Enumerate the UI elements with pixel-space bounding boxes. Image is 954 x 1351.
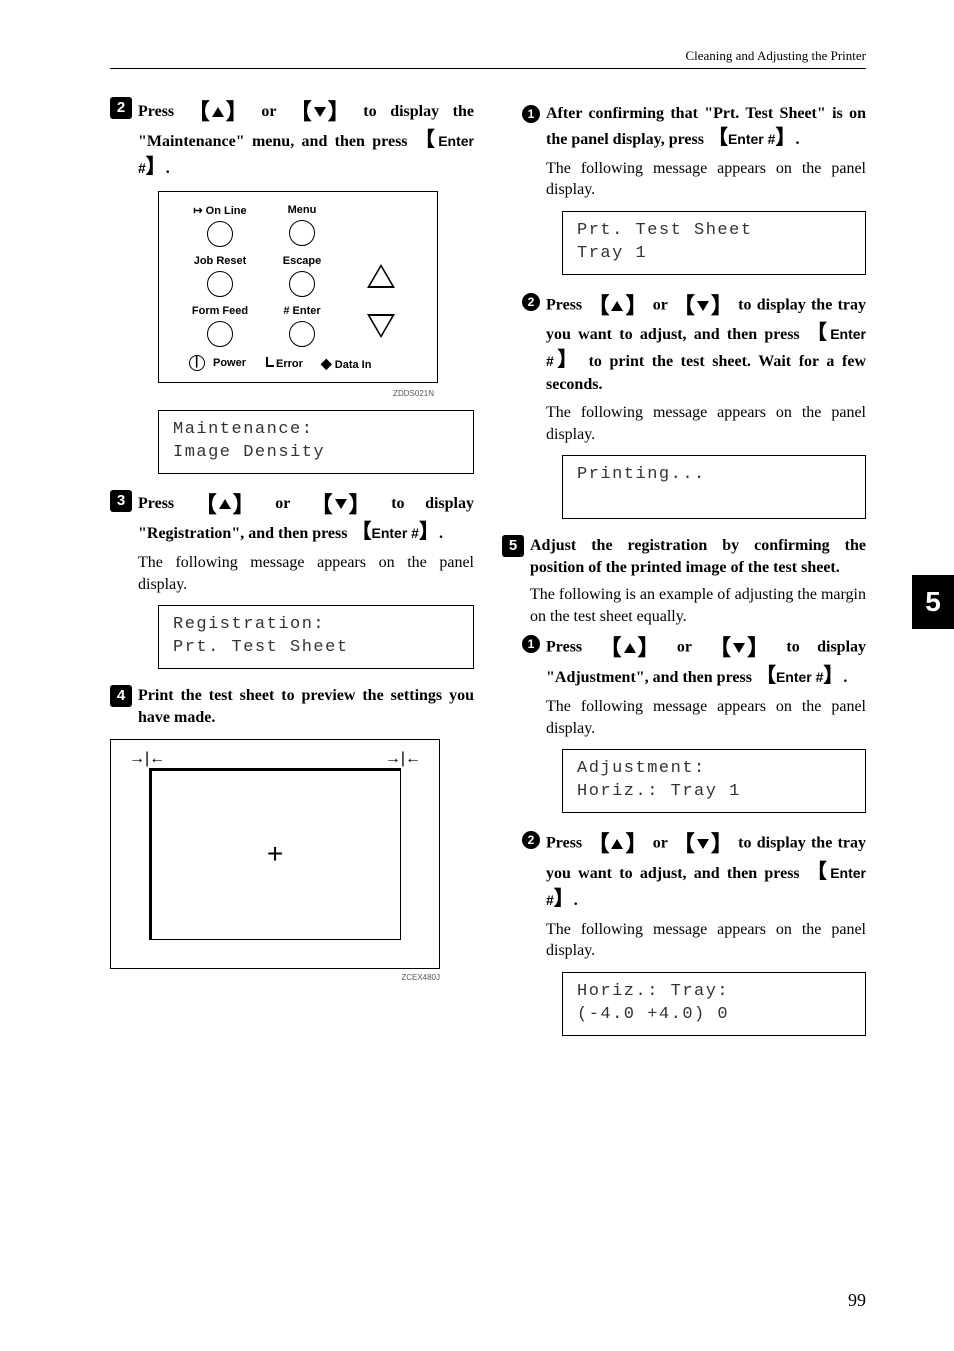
lcd1-line2: Image Density: [173, 442, 459, 465]
header-section: Cleaning and Adjusting the Printer: [110, 48, 866, 68]
test-sheet-illustration: →|← →|← +: [110, 739, 440, 969]
up-arrow-key: 【】: [195, 490, 255, 520]
down-arrow-key: 【】: [673, 291, 733, 321]
step-number-5: 5: [502, 535, 524, 557]
lcd4-line1: Printing...: [577, 464, 851, 487]
left-column: 2 Press 【】 or 【】 to display the "Mainten…: [110, 97, 474, 1052]
substep-number-1b: 1: [522, 635, 540, 653]
up-arrow-key: 【】: [600, 633, 660, 663]
step3-body: The following message appears on the pan…: [138, 552, 474, 595]
crosshair-icon: +: [267, 838, 283, 870]
lcd3-line2: Tray 1: [577, 243, 851, 266]
lcd3-line1: Prt. Test Sheet: [577, 220, 851, 243]
sub1-text-a: After confirming that "Prt. Test Sheet" …: [546, 105, 866, 148]
substep-number-2b: 2: [522, 831, 540, 849]
step-number-3: 3: [110, 490, 132, 512]
datain-icon: ◆: [321, 355, 332, 371]
step-4: 4 Print the test sheet to preview the se…: [110, 685, 474, 728]
lcd5-line1: Adjustment:: [577, 758, 851, 781]
step-3: 3 Press 【】 or 【】 to display "Registratio…: [110, 490, 474, 547]
sub2-text-d: to print the test sheet. Wait for a few …: [546, 353, 866, 393]
sub2-body: The following message appears on the pan…: [546, 402, 866, 445]
lcd-display-2: Registration: Prt. Test Sheet: [158, 605, 474, 669]
lcd-display-4: Printing...: [562, 455, 866, 519]
lcd-display-1: Maintenance: Image Density: [158, 410, 474, 474]
panel-power-label: Power: [213, 357, 246, 369]
step4-text: Print the test sheet to preview the sett…: [138, 687, 474, 726]
down-arrow-key: 【】: [709, 633, 769, 663]
panel-escape-label: Escape: [283, 255, 322, 267]
down-arrow-key: 【】: [311, 490, 371, 520]
control-panel-illustration: ↦ On Line Menu Job Reset Escape Form Fee…: [158, 191, 438, 383]
lcd-display-5: Adjustment: Horiz.: Tray 1: [562, 749, 866, 813]
step5-body: The following is an example of adjusting…: [530, 584, 866, 627]
step2-text-a: Press: [138, 103, 188, 120]
sub2-text-b: or: [647, 296, 672, 313]
up-arrow-key: 【】: [587, 291, 647, 321]
lcd-display-3: Prt. Test Sheet Tray 1: [562, 211, 866, 275]
lcd1-line1: Maintenance:: [173, 419, 459, 442]
error-icon: [266, 357, 274, 367]
step-5: 5 Adjust the registration by confirming …: [502, 535, 866, 578]
panel-enter-label: Enter: [293, 305, 321, 317]
panel-menu-label: Menu: [288, 204, 317, 216]
substep-4-2: 2 Press 【】 or 【】 to display the tray you…: [522, 291, 866, 396]
substep-number-2: 2: [522, 293, 540, 311]
substep-number-1: 1: [522, 105, 540, 123]
lcd6-line1: Horiz.: Tray:: [577, 981, 851, 1004]
panel-image-id: ZDDS021N: [110, 389, 434, 398]
panel-online-label: On Line: [206, 205, 247, 217]
step2-text-b: or: [248, 103, 290, 120]
down-arrow-key: 【】: [673, 829, 733, 859]
up-arrow-key: 【】: [188, 97, 248, 127]
arrow-right-icon: →|←: [385, 750, 421, 768]
substep-4-1: 1 After confirming that "Prt. Test Sheet…: [522, 103, 866, 152]
header-rule: [110, 68, 866, 69]
up-arrow-key: 【】: [587, 829, 647, 859]
power-icon: [189, 355, 205, 371]
right-column: 1 After confirming that "Prt. Test Sheet…: [502, 97, 866, 1052]
enter-key-label: Enter #: [776, 669, 823, 685]
sub2-text-a: Press: [546, 296, 587, 313]
substep-5-1: 1 Press 【】 or 【】 to display "Adjustment"…: [522, 633, 866, 690]
panel-formfeed-label: Form Feed: [192, 305, 248, 317]
sub1-body: The following message appears on the pan…: [546, 158, 866, 201]
step3-text-b: or: [255, 495, 311, 512]
sub5b-text-b: or: [647, 835, 672, 852]
sub5a-text-a: Press: [546, 639, 600, 656]
sub5b-text-a: Press: [546, 835, 587, 852]
panel-jobreset-label: Job Reset: [194, 255, 247, 267]
down-arrow-key: 【】: [290, 97, 350, 127]
step-2: 2 Press 【】 or 【】 to display the "Mainten…: [110, 97, 474, 181]
lcd6-line2: (-4.0 +4.0) 0: [577, 1004, 851, 1027]
step-number-2: 2: [110, 97, 132, 119]
lcd2-line1: Registration:: [173, 614, 459, 637]
testsheet-image-id: ZCEX480J: [110, 973, 440, 982]
substep-5-2: 2 Press 【】 or 【】 to display the tray you…: [522, 829, 866, 913]
sub5a-body: The following message appears on the pan…: [546, 696, 866, 739]
sub5b-body: The following message appears on the pan…: [546, 919, 866, 962]
enter-key-label: Enter #: [371, 525, 418, 541]
lcd5-line2: Horiz.: Tray 1: [577, 781, 851, 804]
step-number-4: 4: [110, 685, 132, 707]
lcd-display-6: Horiz.: Tray: (-4.0 +4.0) 0: [562, 972, 866, 1036]
panel-error-label: Error: [276, 358, 303, 370]
panel-datain-label: Data In: [335, 359, 372, 371]
arrow-left-icon: →|←: [129, 750, 165, 768]
sub5a-text-b: or: [660, 639, 710, 656]
step3-text-a: Press: [138, 495, 195, 512]
step5-text: Adjust the registration by confirming th…: [530, 537, 866, 576]
lcd2-line2: Prt. Test Sheet: [173, 637, 459, 660]
chapter-tab: 5: [912, 575, 954, 629]
enter-key-label: Enter #: [728, 131, 775, 147]
page-number: 99: [848, 1290, 866, 1311]
